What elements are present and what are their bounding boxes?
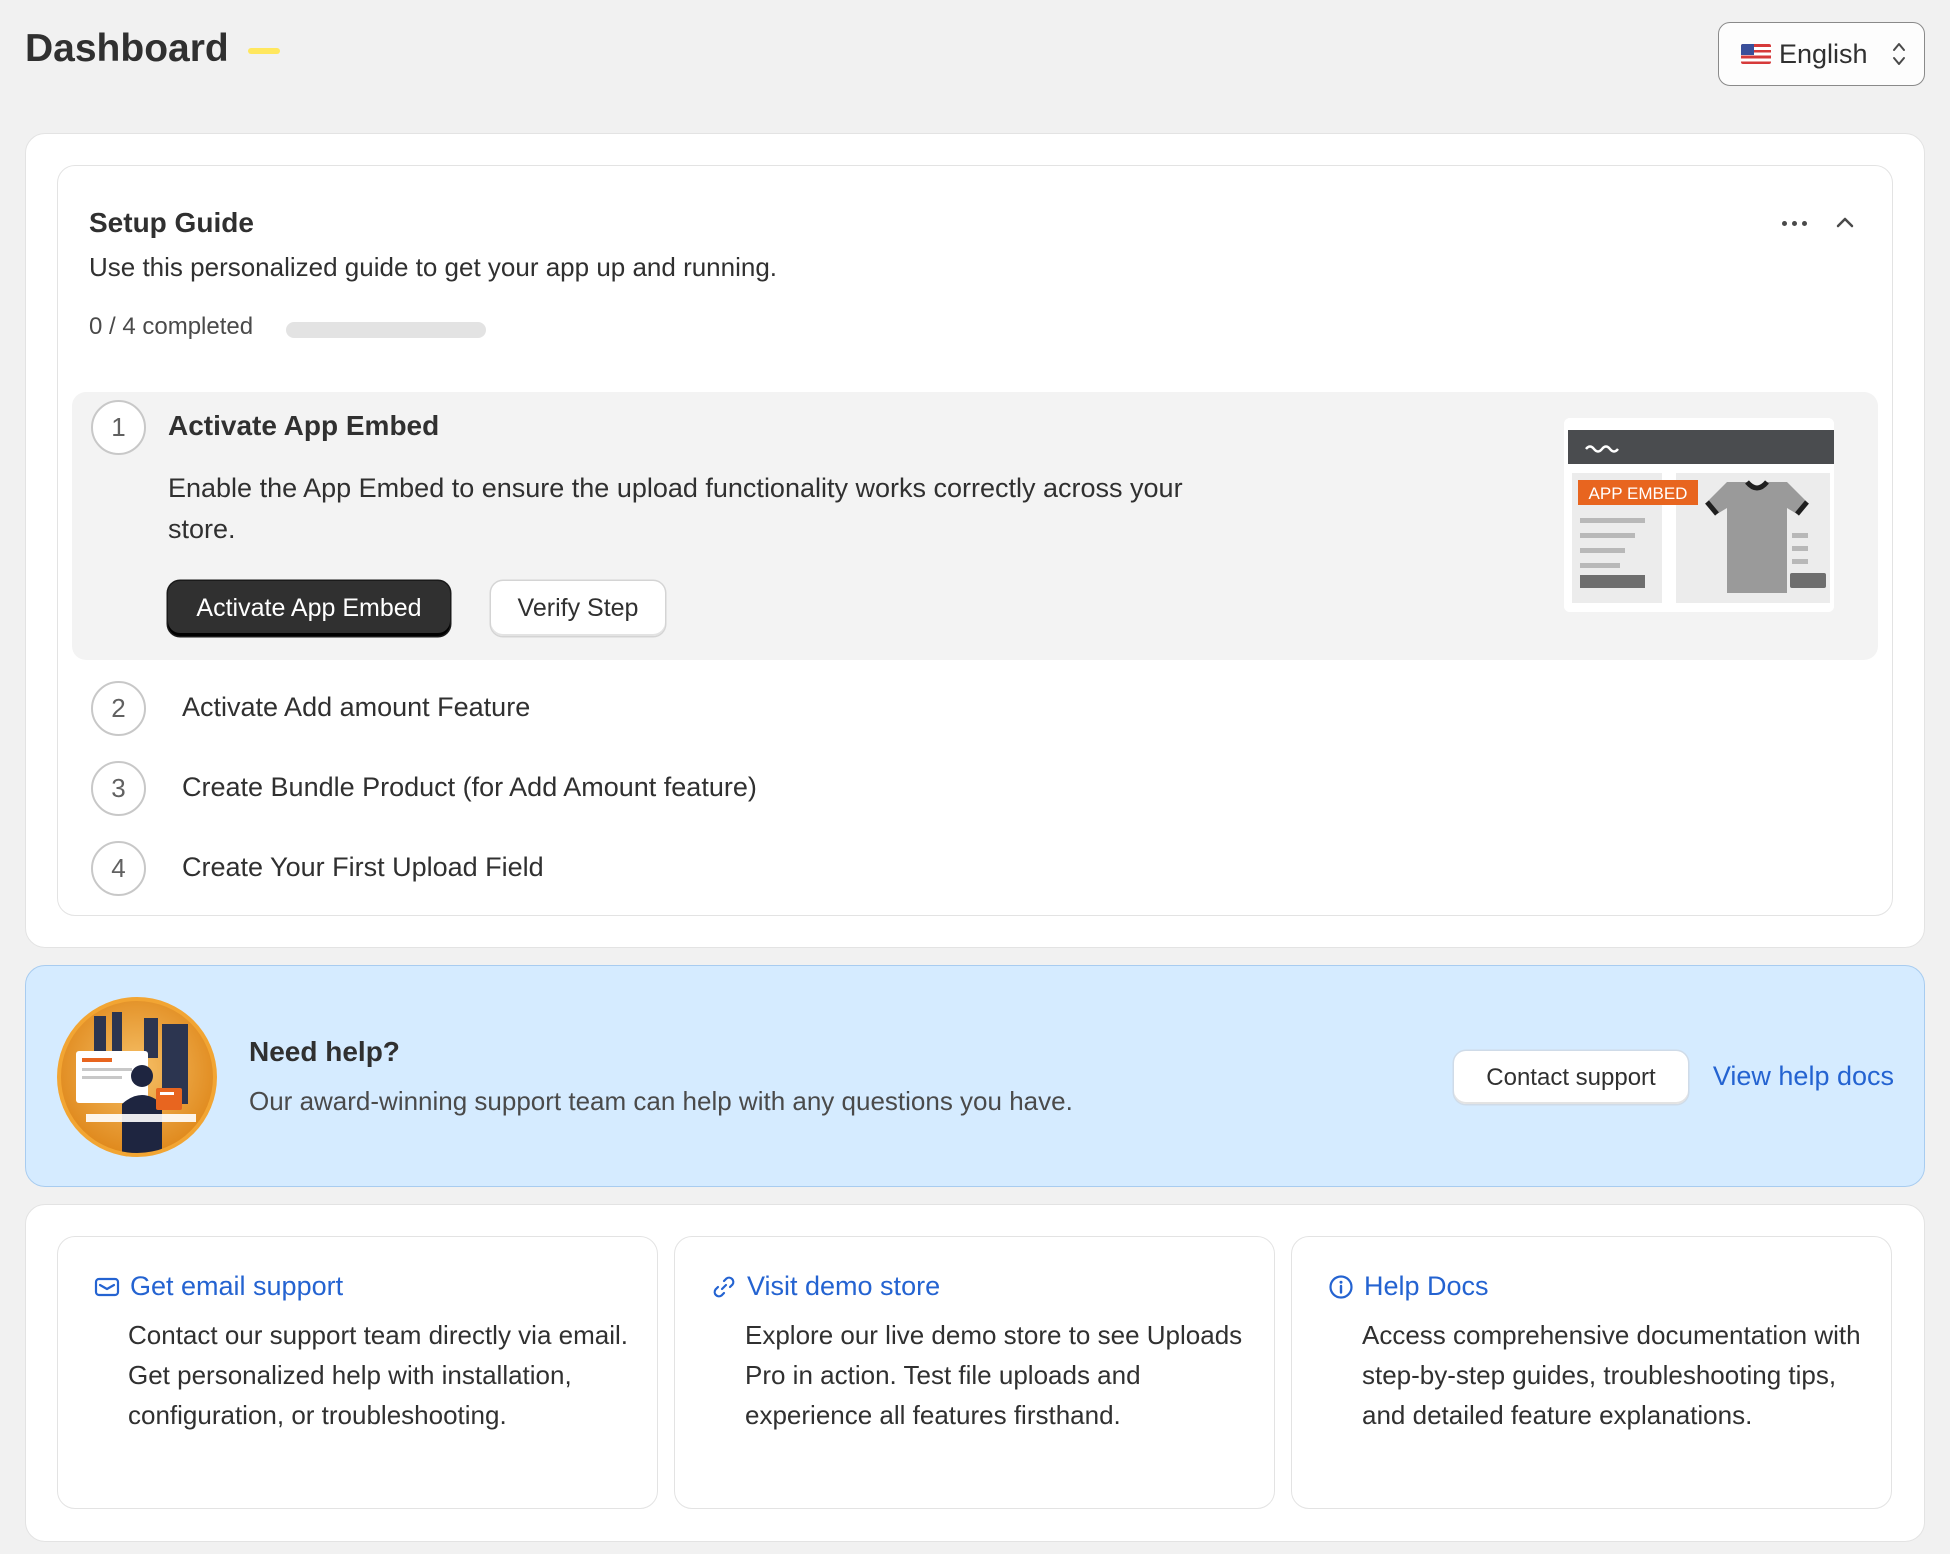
resource-description: Explore our live demo store to see Uploa… (745, 1320, 1243, 1430)
need-help-banner: Need help? Our award-winning support tea… (25, 965, 1925, 1187)
setup-guide-title: Setup Guide (89, 207, 254, 238)
more-actions-button[interactable] (1774, 208, 1814, 238)
setup-step-1: 1 Activate App Embed Enable the App Embe… (72, 392, 1878, 660)
app-embed-badge: APP EMBED (1589, 484, 1688, 503)
us-flag-icon (1741, 44, 1771, 64)
resource-title: Visit demo store (747, 1271, 941, 1301)
select-arrows-icon (1893, 43, 1905, 65)
help-docs-card: Help Docs Access comprehensive documenta… (1291, 1236, 1892, 1509)
resource-description: Access comprehensive documentation with … (1362, 1320, 1861, 1430)
progress-bar (286, 322, 486, 338)
resource-description: Contact our support team directly via em… (128, 1320, 628, 1430)
page-header: Dashboard English (25, 22, 1925, 86)
contact-support-button[interactable]: Contact support (1454, 1051, 1688, 1104)
email-support-card: Get email support Contact our support te… (57, 1236, 658, 1509)
setup-guide-panel: Setup Guide Use this personalized guide … (57, 165, 1893, 916)
language-select[interactable]: English (1718, 22, 1925, 86)
more-dot-icon (1781, 220, 1787, 226)
demo-store-card: Visit demo store Explore our live demo s… (674, 1236, 1275, 1509)
step-title: Create Your First Upload Field (182, 852, 544, 882)
app-embed-illustration: APP EMBED (1564, 418, 1834, 612)
setup-step-4[interactable]: 4 Create Your First Upload Field (72, 838, 1878, 900)
setup-step-3[interactable]: 3 Create Bundle Product (for Add Amount … (72, 758, 1878, 820)
verify-step-button[interactable]: Verify Step (491, 581, 665, 636)
setup-guide-subtitle: Use this personalized guide to get your … (89, 252, 778, 282)
email-support-link[interactable]: Get email support (94, 1271, 343, 1302)
email-icon (94, 1277, 120, 1296)
setup-guide-card: Setup Guide Use this personalized guide … (25, 133, 1925, 948)
step-title: Activate App Embed (168, 410, 440, 441)
link-icon (713, 1276, 735, 1297)
step-number-badge: 4 (91, 841, 146, 896)
step-number-badge: 2 (91, 681, 146, 736)
support-agent-avatar (57, 997, 217, 1157)
more-dot-icon (1801, 220, 1807, 226)
progress-label: 0 / 4 completed (89, 313, 254, 340)
title-accent-mark (248, 48, 280, 54)
language-label: English (1779, 38, 1868, 69)
more-dot-icon (1791, 220, 1797, 226)
dashboard-page: Dashboard English Setup Guide Use this p… (0, 0, 1950, 1554)
help-docs-link[interactable]: Help Docs (1328, 1271, 1489, 1302)
demo-store-link[interactable]: Visit demo store (711, 1271, 940, 1302)
step-title: Create Bundle Product (for Add Amount fe… (182, 772, 757, 802)
step-title: Activate Add amount Feature (182, 692, 531, 722)
resource-title: Get email support (130, 1271, 344, 1301)
chevron-up-icon[interactable] (1828, 206, 1862, 240)
page-title: Dashboard (25, 27, 229, 70)
info-icon (1329, 1274, 1353, 1299)
step-number-badge: 1 (91, 400, 146, 455)
need-help-title: Need help? (249, 1036, 400, 1067)
setup-step-2[interactable]: 2 Activate Add amount Feature (72, 678, 1878, 740)
activate-app-embed-button[interactable]: Activate App Embed (168, 581, 450, 636)
resource-title: Help Docs (1364, 1271, 1489, 1301)
step-number-badge: 3 (91, 761, 146, 816)
need-help-subtitle: Our award-winning support team can help … (249, 1086, 1073, 1116)
step-description: Enable the App Embed to ensure the uploa… (168, 473, 1183, 544)
resources-card: Get email support Contact our support te… (25, 1204, 1925, 1542)
view-help-docs-link[interactable]: View help docs (1713, 1061, 1894, 1092)
